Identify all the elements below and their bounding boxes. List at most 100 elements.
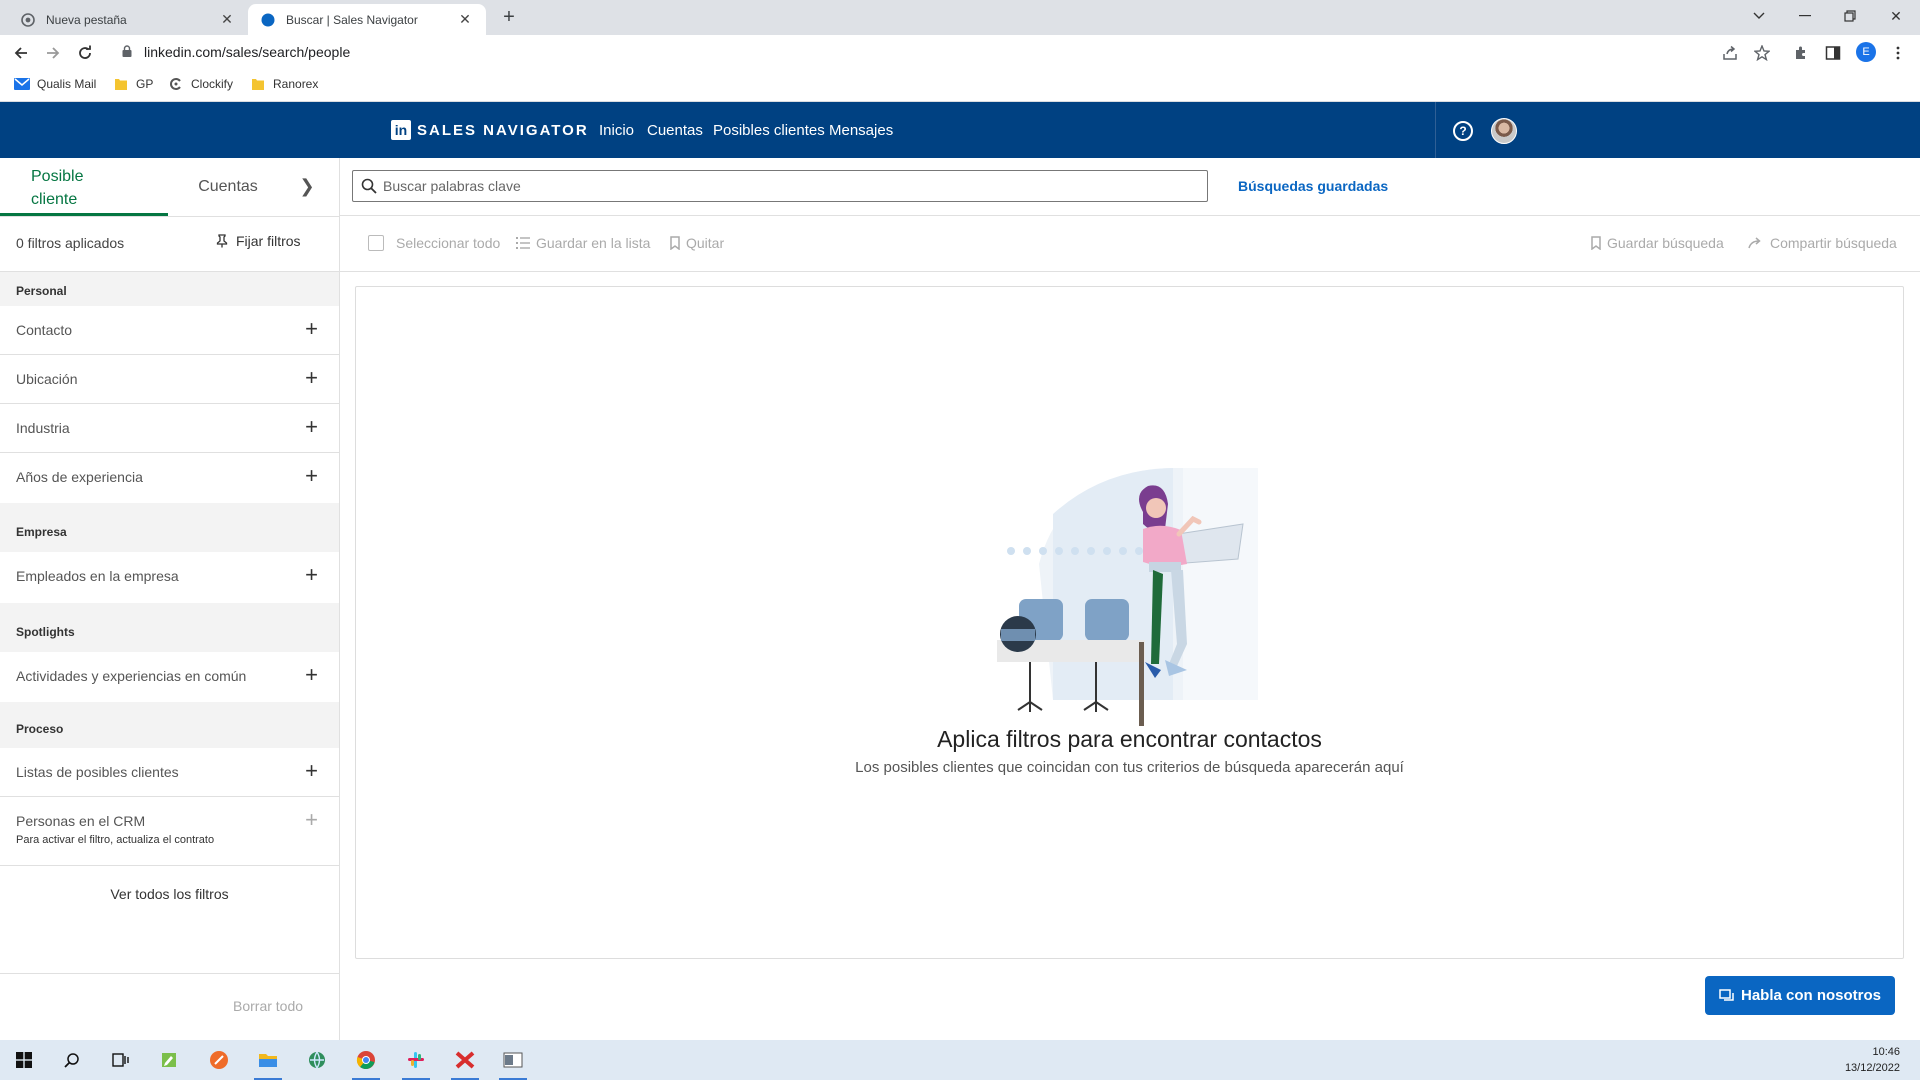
plus-icon[interactable]: + — [305, 760, 318, 782]
bookmarks-bar: Qualis Mail GP Clockify Ranorex — [0, 69, 1920, 102]
remove-button[interactable]: Quitar — [670, 235, 724, 251]
nav-inicio[interactable]: Inicio — [599, 122, 634, 139]
filter-label: Personas en el CRM — [16, 813, 146, 829]
xmind-icon[interactable] — [449, 1046, 481, 1080]
section-empresa: Empresa — [16, 525, 67, 539]
chrome-newtab-icon — [20, 12, 36, 28]
system-clock[interactable]: 10:46 13/12/2022 — [1845, 1044, 1900, 1076]
minimize-window-button[interactable] — [1783, 0, 1827, 32]
pin-icon — [216, 234, 228, 248]
save-search-label: Guardar búsqueda — [1607, 235, 1724, 251]
filter-industria[interactable]: Industria + — [0, 404, 339, 453]
bookmark-clockify[interactable]: Clockify — [168, 76, 233, 92]
url-text: linkedin.com/sales/search/people — [144, 44, 351, 60]
slack-icon[interactable] — [400, 1046, 432, 1080]
plus-icon[interactable]: + — [305, 367, 318, 389]
tab-posible-cliente[interactable]: Posible cliente — [0, 158, 168, 216]
lock-icon — [122, 44, 132, 60]
nav-mensajes[interactable]: Mensajes — [829, 122, 893, 139]
filter-label: Listas de posibles clientes — [16, 764, 179, 780]
network-icon[interactable] — [301, 1046, 333, 1074]
nav-posibles-clientes[interactable]: Posibles clientes — [713, 122, 825, 139]
side-panel-icon[interactable] — [1823, 43, 1843, 63]
filter-anos-de-experiencia[interactable]: Años de experiencia + — [0, 453, 339, 503]
close-tab-icon[interactable]: ✕ — [456, 11, 474, 28]
bookmark-label: Clockify — [191, 77, 234, 91]
saved-searches-link[interactable]: Búsquedas guardadas — [1238, 178, 1388, 194]
clock-time: 10:46 — [1872, 1046, 1900, 1058]
plus-icon[interactable]: + — [305, 564, 318, 586]
chrome-icon[interactable] — [350, 1046, 382, 1080]
forward-arrow-icon[interactable] — [43, 43, 63, 63]
new-tab-button[interactable]: + — [496, 6, 522, 28]
save-search-button[interactable]: Guardar búsqueda — [1591, 235, 1724, 251]
tab-search-icon[interactable] — [1737, 0, 1781, 32]
see-all-filters-link[interactable]: Ver todos los filtros — [0, 886, 339, 902]
pin-filters-label: Fijar filtros — [236, 233, 301, 249]
plus-icon[interactable]: + — [305, 664, 318, 686]
filter-label: Contacto — [16, 322, 73, 338]
filter-personas-en-el-crm: Personas en el CRM + — [0, 797, 339, 866]
clear-all-button[interactable]: Borrar todo — [233, 998, 303, 1014]
filter-listas-de-posibles-clientes[interactable]: Listas de posibles clientes + — [0, 748, 339, 797]
filter-empleados-en-la-empresa[interactable]: Empleados en la empresa + — [0, 552, 339, 603]
filter-ubicacion[interactable]: Ubicación + — [0, 355, 339, 404]
bookmark-qualis-mail[interactable]: Qualis Mail — [14, 76, 96, 92]
address-bar[interactable]: linkedin.com/sales/search/people — [112, 38, 1792, 66]
browser-profile-avatar[interactable]: E — [1856, 42, 1876, 62]
extensions-puzzle-icon[interactable] — [1791, 43, 1811, 63]
notepad-icon[interactable] — [153, 1046, 185, 1074]
chat-button-label: Habla con nosotros — [1740, 987, 1882, 1004]
nav-cuentas[interactable]: Cuentas — [647, 122, 703, 139]
plus-icon[interactable]: + — [305, 416, 318, 438]
browser-tab-title: Buscar | Sales Navigator — [286, 12, 418, 27]
close-tab-icon[interactable]: ✕ — [218, 11, 236, 28]
file-explorer-icon[interactable] — [252, 1046, 284, 1080]
restore-window-button[interactable] — [1828, 0, 1872, 32]
pin-filters-button[interactable]: Fijar filtros — [216, 233, 301, 249]
close-window-button[interactable]: ✕ — [1874, 0, 1918, 32]
bookmark-ranorex[interactable]: Ranorex — [250, 76, 318, 92]
plus-icon[interactable]: + — [305, 318, 318, 340]
tab-label-line2: cliente — [31, 191, 78, 208]
chat-with-us-button[interactable]: Habla con nosotros — [1705, 976, 1895, 1015]
logo-text: SALES NAVIGATOR — [417, 121, 589, 139]
bookmark-star-icon[interactable] — [1752, 43, 1772, 63]
terminal-icon[interactable] — [497, 1046, 529, 1080]
tab-cuentas[interactable]: Cuentas — [168, 158, 288, 216]
share-icon[interactable] — [1720, 43, 1740, 63]
share-arrow-icon — [1748, 237, 1761, 249]
tab-label-line1: Posible — [31, 168, 84, 185]
chevron-right-icon[interactable]: ❯ — [292, 158, 322, 216]
postman-icon[interactable] — [203, 1046, 235, 1074]
filter-label: Industria — [16, 420, 70, 436]
user-avatar[interactable] — [1491, 118, 1517, 144]
chrome-menu-icon[interactable] — [1888, 43, 1908, 63]
empty-state-illustration — [997, 468, 1258, 726]
crm-upgrade-note: Para activar el filtro, actualiza el con… — [16, 834, 215, 846]
browser-tab-sales-navigator[interactable]: Buscar | Sales Navigator ✕ — [248, 4, 486, 35]
help-icon[interactable]: ? — [1453, 121, 1473, 141]
task-view-icon[interactable] — [104, 1046, 136, 1074]
sales-navigator-compass-icon — [260, 12, 276, 28]
search-icon[interactable] — [56, 1046, 88, 1074]
section-empresa-wrap: Empresa — [0, 503, 339, 552]
sales-navigator-logo[interactable]: in SALES NAVIGATOR — [391, 120, 589, 140]
keyword-search-field[interactable] — [352, 170, 1208, 202]
filter-contacto[interactable]: Contacto + — [0, 306, 339, 355]
share-search-button[interactable]: Compartir búsqueda — [1748, 235, 1897, 251]
save-to-list-button[interactable]: Guardar en la lista — [516, 235, 650, 251]
filter-actividades-en-comun[interactable]: Actividades y experiencias en común + — [0, 652, 339, 702]
plus-icon[interactable]: + — [305, 465, 318, 487]
bookmark-icon — [1591, 236, 1601, 250]
windows-start-icon[interactable] — [8, 1046, 40, 1074]
keyword-search-input[interactable] — [383, 178, 1207, 194]
reload-icon[interactable] — [75, 43, 95, 63]
back-arrow-icon[interactable] — [11, 43, 31, 63]
checkbox[interactable] — [368, 235, 384, 251]
bookmark-gp[interactable]: GP — [113, 76, 153, 92]
select-all-checkbox[interactable]: Seleccionar todo — [368, 235, 500, 251]
linkedin-logo-icon: in — [391, 120, 411, 140]
divider — [340, 271, 1920, 272]
browser-tab-new-tab[interactable]: Nueva pestaña ✕ — [8, 4, 248, 35]
